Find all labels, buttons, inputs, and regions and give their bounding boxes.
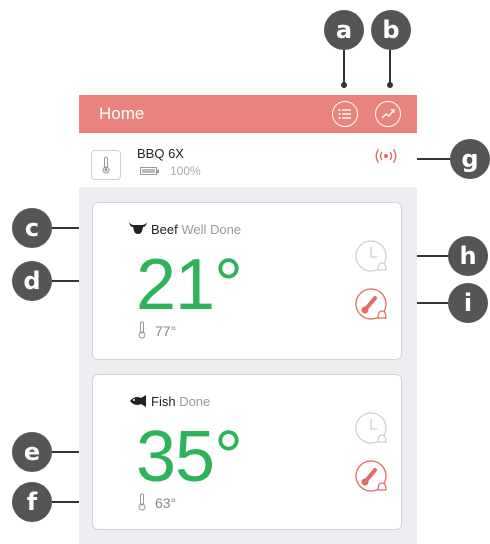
temperature-alarm-icon-2[interactable] — [354, 459, 390, 495]
callout-a: a — [324, 10, 364, 50]
callout-d: d — [12, 261, 52, 301]
temperature-alarm-icon-1[interactable] — [354, 287, 390, 323]
target-thermometer-icon-2 — [138, 493, 146, 511]
callout-g: g — [450, 139, 490, 179]
target-thermometer-icon-1 — [138, 321, 146, 339]
callout-line-b — [389, 50, 391, 84]
current-temp-1: 21° — [136, 245, 243, 325]
probe-card-2[interactable]: Fish Done 35° 63° — [92, 374, 402, 530]
graph-button[interactable] — [375, 101, 401, 127]
list-icon — [338, 109, 351, 119]
callout-dot-a — [341, 82, 347, 88]
fish-icon — [130, 395, 146, 407]
food-label-1: Beef Well Done — [151, 222, 241, 237]
thermometer-icon — [102, 156, 110, 174]
cow-icon — [129, 222, 147, 234]
timer-alarm-icon-1[interactable] — [354, 239, 390, 275]
food-name-2: Fish — [151, 394, 176, 409]
doneness-1: Well Done — [181, 222, 242, 237]
target-temp-1: 77° — [155, 323, 177, 339]
battery-percent: 100% — [170, 164, 201, 178]
current-temp-2: 35° — [136, 417, 243, 497]
app-header: Home — [79, 95, 417, 133]
callout-e: e — [12, 432, 52, 472]
food-label-2: Fish Done — [151, 394, 210, 409]
callout-h: h — [448, 236, 488, 276]
device-name: BBQ 6X — [137, 146, 184, 161]
device-icon-box — [91, 150, 121, 180]
callout-i: i — [448, 283, 488, 323]
callout-dot-b — [387, 82, 393, 88]
probe-card-1[interactable]: Beef Well Done 21° 77° — [92, 202, 402, 360]
page-title: Home — [99, 104, 145, 123]
timer-alarm-icon-2[interactable] — [354, 411, 390, 447]
callout-line-a — [343, 50, 345, 84]
device-row[interactable]: BBQ 6X 100% — [79, 133, 417, 188]
callout-f: f — [12, 482, 52, 522]
doneness-2: Done — [179, 394, 211, 409]
food-name-1: Beef — [151, 222, 178, 237]
signal-icon[interactable] — [373, 147, 399, 165]
callout-c: c — [12, 208, 52, 248]
probe-list-button[interactable] — [332, 101, 358, 127]
target-temp-2: 63° — [155, 495, 177, 511]
graph-icon — [381, 109, 395, 119]
callout-b: b — [371, 10, 411, 50]
battery-icon — [140, 167, 159, 175]
